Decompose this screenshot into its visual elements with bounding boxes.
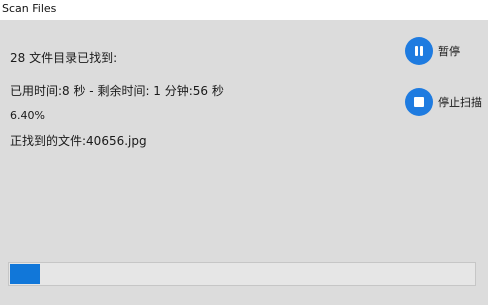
- elapsed-remaining-time: 已用时间:8 秒 - 剩余时间: 1 分钟:56 秒: [10, 84, 224, 98]
- stop-scan-label[interactable]: 停止扫描: [438, 94, 482, 110]
- current-file-text: 正找到的文件:40656.jpg: [10, 134, 147, 148]
- scan-files-window: Scan Files 28 文件目录已找到: 已用时间:8 秒 - 剩余时间: …: [0, 0, 488, 305]
- pause-label[interactable]: 暂停: [438, 43, 460, 59]
- pause-icon[interactable]: [405, 37, 433, 65]
- bottom-strip: [0, 296, 488, 305]
- progress-fill: [10, 264, 40, 284]
- progress-percent-text: 6.40%: [10, 109, 45, 122]
- scan-progress-bar: [8, 262, 476, 286]
- window-title: Scan Files: [2, 2, 57, 15]
- title-bar: Scan Files: [0, 0, 488, 20]
- pause-button[interactable]: 暂停: [405, 37, 460, 65]
- stop-icon[interactable]: [405, 88, 433, 116]
- scan-panel: 28 文件目录已找到: 已用时间:8 秒 - 剩余时间: 1 分钟:56 秒 6…: [0, 20, 488, 305]
- found-count-text: 28 文件目录已找到:: [10, 51, 118, 65]
- stop-scan-button[interactable]: 停止扫描: [405, 88, 482, 116]
